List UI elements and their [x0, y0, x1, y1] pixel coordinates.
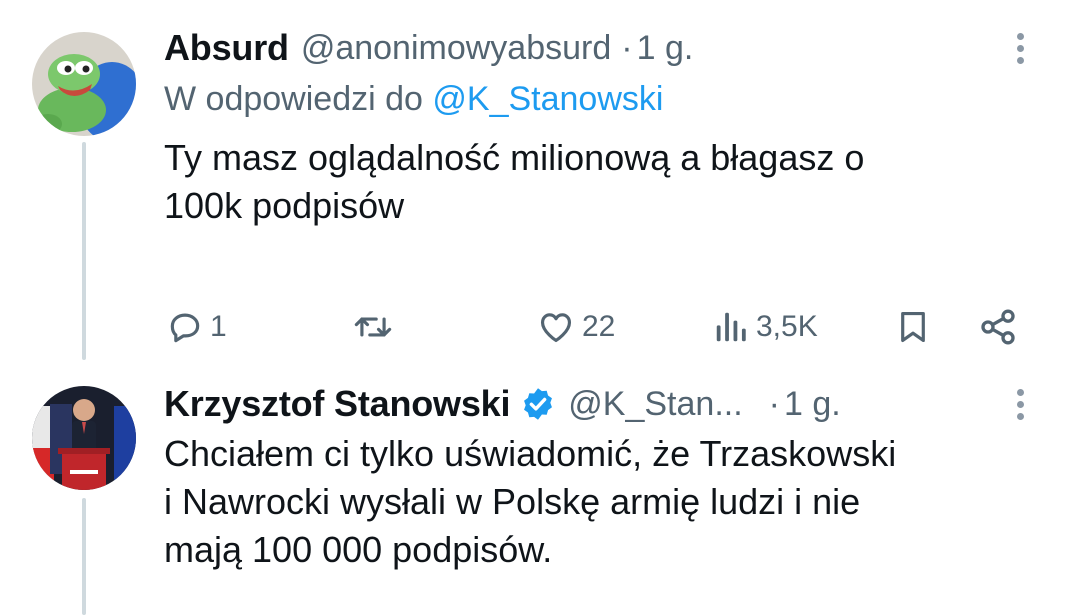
retweet-button[interactable] — [352, 292, 394, 362]
author-handle[interactable]: @K_Stan... — [568, 385, 742, 424]
views-count: 3,5K — [756, 310, 818, 343]
tweet-text-line: 100k podpisów — [164, 185, 405, 226]
retweet-icon — [354, 317, 392, 337]
reply-prefix: W odpowiedzi do — [164, 80, 433, 118]
bookmark-button[interactable] — [894, 292, 932, 362]
tweet-text-line: Ty masz oglądalność milionową a błagasz … — [164, 137, 865, 178]
verified-badge-icon — [524, 388, 553, 420]
like-button[interactable]: 22 — [536, 292, 615, 362]
avatar-image-frog — [32, 32, 136, 136]
reply-button[interactable]: 1 — [166, 292, 227, 362]
tweet-header: Krzysztof Stanowski @K_Stan... · 1 g. — [164, 382, 1040, 426]
tweet-header: Absurd @anonimowyabsurd · 1 g. — [164, 26, 1040, 70]
thread-line-upper — [82, 142, 86, 360]
avatar-image-speaker — [32, 386, 136, 490]
separator-dot: · — [768, 384, 780, 423]
heart-icon — [540, 313, 572, 343]
tweet-text: Ty masz oglądalność milionową a błagasz … — [164, 134, 1040, 230]
tweet-text-line: Chciałem ci tylko uświadomić, że Trzasko… — [164, 433, 897, 474]
share-icon — [981, 309, 1015, 345]
tweet-actions: 1 22 3,5K — [164, 292, 1040, 362]
views-icon — [716, 312, 746, 342]
tweet-text-line: mają 100 000 podpisów. — [164, 529, 553, 570]
reply-count: 1 — [210, 310, 227, 343]
thread-line-lower — [82, 498, 86, 615]
tweet-timestamp[interactable]: 1 g. — [637, 29, 694, 68]
author-name[interactable]: Absurd — [164, 27, 289, 69]
tweet-text-line: i Nawrocki wysłali w Polskę armię ludzi … — [164, 481, 861, 522]
tweet-stanowski[interactable]: Krzysztof Stanowski @K_Stan... · 1 g. Ch… — [164, 382, 1040, 574]
separator-dot: · — [621, 28, 633, 67]
views-button[interactable]: 3,5K — [712, 292, 818, 362]
tweet-text: Chciałem ci tylko uświadomić, że Trzasko… — [164, 430, 1040, 574]
reply-context: W odpowiedzi do @K_Stanowski — [164, 80, 1040, 124]
reply-mention-link[interactable]: @K_Stanowski — [432, 80, 663, 118]
like-count: 22 — [582, 310, 616, 343]
avatar[interactable] — [32, 32, 136, 136]
author-handle[interactable]: @anonimowyabsurd — [301, 29, 611, 68]
more-options-icon[interactable] — [1000, 26, 1040, 70]
avatar[interactable] — [32, 386, 136, 490]
author-name[interactable]: Krzysztof Stanowski — [164, 383, 510, 425]
more-options-icon[interactable] — [1000, 382, 1040, 426]
tweet-timestamp[interactable]: 1 g. — [784, 385, 841, 424]
bookmark-icon — [901, 311, 925, 343]
tweet-absurd[interactable]: Absurd @anonimowyabsurd · 1 g. W odpowie… — [164, 26, 1040, 345]
reply-icon — [170, 313, 200, 343]
share-button[interactable] — [978, 292, 1018, 362]
